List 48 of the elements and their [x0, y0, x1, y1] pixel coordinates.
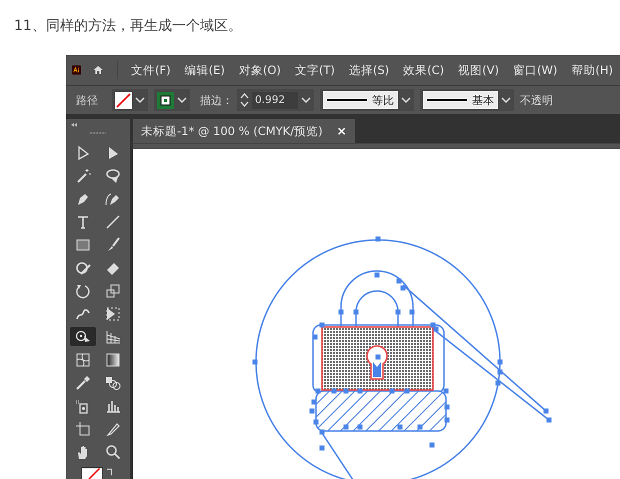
tool-button[interactable]: [70, 327, 96, 346]
menu-item[interactable]: 文件(F): [124, 62, 178, 78]
menu-item[interactable]: 窗口(W): [506, 62, 564, 78]
document-title: 未标题-1* @ 100 % (CMYK/预览): [141, 124, 323, 138]
menu-item[interactable]: 选择(S): [342, 62, 396, 78]
knife-icon: [105, 420, 121, 436]
magic-wand-icon: [75, 168, 91, 184]
close-tab-button[interactable]: ×: [336, 124, 347, 138]
stroke-label: 描边：: [200, 92, 233, 108]
stroke-weight-field[interactable]: 0.992: [252, 92, 298, 108]
menu-item[interactable]: 对象(O): [232, 62, 288, 78]
perspective-grid-icon: [105, 328, 121, 344]
menu-item[interactable]: 文字(T): [288, 62, 342, 78]
selection-type-label: 路径: [75, 92, 99, 108]
curvature-pen-icon: [105, 190, 121, 206]
opacity-label: 不透明: [520, 92, 553, 108]
spinner-icon: [240, 92, 249, 108]
collapse-icon[interactable]: [70, 123, 78, 127]
scale-icon: [105, 282, 121, 298]
caret-icon: [177, 97, 187, 103]
free-transform-icon: [105, 306, 121, 322]
line-icon: [105, 214, 121, 230]
rotate-icon: [75, 282, 91, 298]
profile-dropdown[interactable]: 等比: [320, 89, 414, 111]
caret-icon: [501, 97, 511, 103]
stroke-weight-control[interactable]: 0.992: [237, 89, 314, 111]
fill-picker[interactable]: [112, 89, 148, 111]
lasso-icon: [105, 168, 121, 184]
menu-item[interactable]: 视图(V): [451, 62, 506, 78]
menu-item[interactable]: 效果(C): [396, 62, 452, 78]
eyedropper-icon: [75, 374, 91, 390]
step-text: 11、同样的方法，再生成一个域区。: [13, 17, 243, 36]
stroke-swatch-icon: [157, 92, 174, 108]
caret-icon: [401, 97, 411, 103]
paintbrush-icon: [105, 236, 121, 252]
zoom-icon: [105, 444, 121, 460]
menu-item[interactable]: 编辑(E): [178, 62, 232, 78]
menu-item[interactable]: 帮助(H): [564, 62, 620, 78]
brush-dropdown[interactable]: 基本: [420, 89, 514, 111]
stroke-picker[interactable]: [154, 89, 190, 111]
no-fill-swatch-icon: [115, 92, 132, 108]
document-tab[interactable]: 未标题-1* @ 100 % (CMYK/预览) ×: [133, 119, 355, 143]
rectangle-icon: [75, 236, 91, 252]
caret-icon: [135, 97, 145, 103]
caret-icon: [301, 97, 311, 103]
type-icon: [75, 214, 91, 230]
mesh-icon: [75, 352, 91, 368]
gradient-icon: [105, 352, 121, 368]
